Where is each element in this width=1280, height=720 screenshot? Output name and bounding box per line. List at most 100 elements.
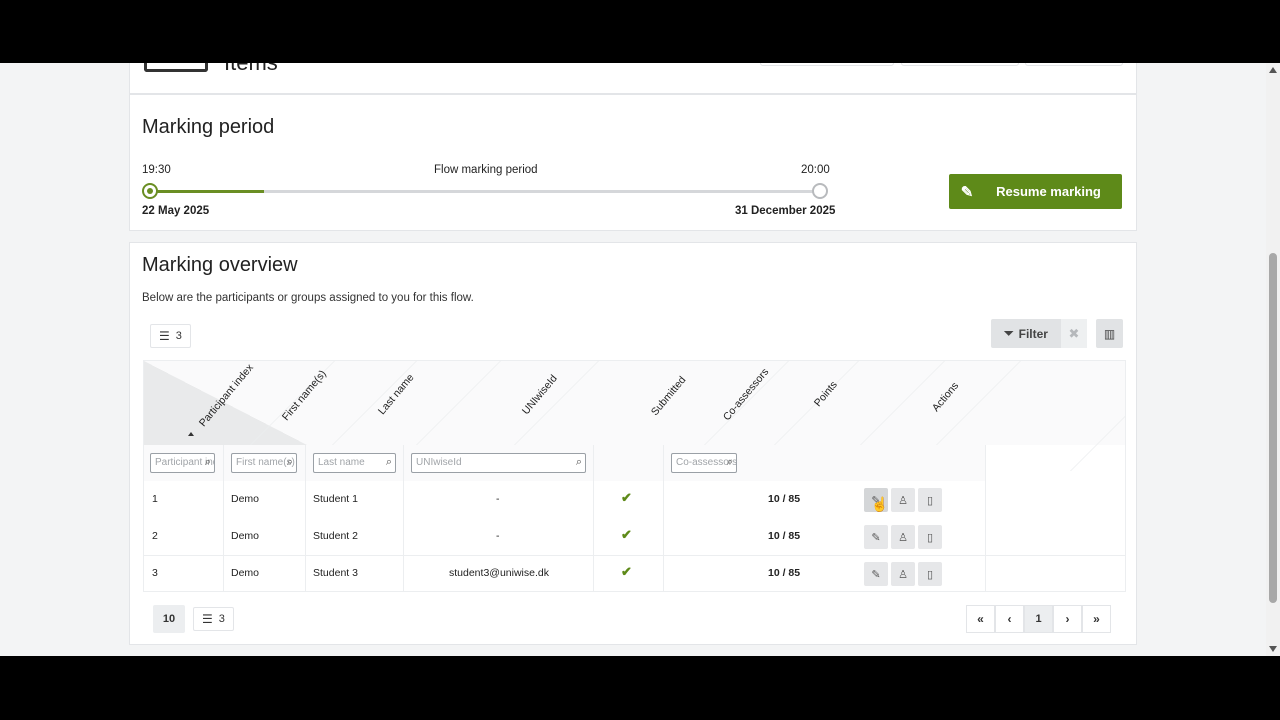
assessor-button[interactable]: ♙ (891, 562, 915, 586)
search-icon: ⌕ (575, 456, 582, 468)
table-row[interactable]: 2 Demo Student 2 - ✔ 10 / 85 ✎ ♙ ▯ (144, 518, 1125, 555)
pencil-icon: ✎ (960, 183, 974, 201)
scroll-up-arrow-icon[interactable] (1269, 67, 1277, 73)
top-action-button-3[interactable] (1025, 63, 1123, 66)
participants-table: Participant index First name(s) Last nam… (143, 360, 1126, 592)
mark-button[interactable]: ✎ (864, 525, 888, 549)
column-header-actions: Actions (929, 379, 962, 414)
resume-marking-label: Resume marking (996, 184, 1101, 199)
end-time: 20:00 (801, 164, 830, 176)
list-icon: ☰ (202, 612, 213, 626)
cell-first-name: Demo (231, 567, 260, 579)
column-header-points[interactable]: Points (812, 379, 840, 409)
list-icon: ☰ (159, 329, 170, 343)
edit-icon: ✎ (871, 531, 881, 544)
double-chevron-left-icon: « (977, 612, 984, 626)
column-toggle-button[interactable]: ▥ (1096, 319, 1123, 348)
column-header-uniwiseid[interactable]: UNIwiseId (520, 373, 560, 417)
items-card: Items (129, 63, 1137, 94)
submitted-check-icon: ✔ (621, 527, 632, 542)
scroll-down-arrow-icon[interactable] (1269, 646, 1277, 652)
marking-overview-heading: Marking overview (142, 254, 298, 276)
header-divider (1070, 361, 1125, 471)
filter-first-name-input[interactable]: First name(s) ⌕ (231, 453, 297, 473)
current-page-button[interactable]: 1 (1024, 605, 1053, 633)
submitted-check-icon: ✔ (621, 490, 632, 505)
assessor-button[interactable]: ♙ (891, 525, 915, 549)
first-page-button[interactable]: « (966, 605, 995, 633)
top-action-button-1[interactable] (760, 63, 894, 66)
row-count-chip[interactable]: ☰ 3 (150, 324, 191, 348)
cell-points: 10 / 85 (768, 530, 801, 542)
start-time: 19:30 (142, 164, 171, 176)
mark-button[interactable]: ✎ (864, 562, 888, 586)
page-size-selector[interactable]: 10 (153, 605, 185, 633)
timeline-track (150, 190, 820, 193)
column-header-submitted[interactable]: Submitted (649, 374, 689, 418)
table-header: Participant index First name(s) Last nam… (144, 361, 1125, 471)
table-row[interactable]: 3 Demo Student 3 student3@uniwise.dk ✔ 1… (144, 555, 1125, 591)
search-icon: ⌕ (385, 456, 392, 468)
clear-filter-button[interactable]: ✖ (1061, 319, 1087, 348)
clipboard-button[interactable]: ▯ (918, 488, 942, 512)
cell-participant-index: 3 (152, 567, 158, 579)
marking-overview-card: Marking overview Below are the participa… (129, 242, 1137, 645)
cell-uniwiseid: - (496, 530, 500, 542)
chevron-right-icon: › (1065, 612, 1070, 626)
marking-overview-subtitle: Below are the participants or groups ass… (142, 292, 474, 304)
cell-points: 10 / 85 (768, 567, 801, 579)
chevron-left-icon: ‹ (1007, 612, 1012, 626)
search-icon: ⌕ (204, 456, 211, 468)
timeline-progress (150, 190, 264, 193)
items-title: Items (224, 63, 278, 76)
cell-last-name: Student 1 (313, 493, 358, 505)
total-count-chip: ☰ 3 (193, 607, 234, 631)
filter-uniwiseid-input[interactable]: UNIwiseId ⌕ (411, 453, 586, 473)
user-icon: ♙ (898, 494, 908, 507)
search-icon: ⌕ (726, 456, 733, 468)
cell-points: 10 / 85 (768, 493, 801, 505)
assessor-button[interactable]: ♙ (891, 488, 915, 512)
clipboard-button[interactable]: ▯ (918, 562, 942, 586)
timeline-start-node (142, 183, 158, 199)
marking-period-heading: Marking period (142, 116, 275, 138)
cell-last-name: Student 3 (313, 567, 358, 579)
items-icon (144, 63, 208, 72)
timeline-center-label: Flow marking period (434, 164, 538, 176)
cell-participant-index: 2 (152, 530, 158, 542)
columns-icon: ▥ (1103, 326, 1116, 341)
double-chevron-right-icon: » (1093, 612, 1100, 626)
clipboard-button[interactable]: ▯ (918, 525, 942, 549)
cell-last-name: Student 2 (313, 530, 358, 542)
filter-participant-index-input[interactable]: Participant index⌕ (150, 453, 215, 473)
marking-period-card: Marking period 19:30 Flow marking period… (129, 94, 1137, 231)
end-date: 31 December 2025 (735, 205, 836, 217)
scrollbar-thumb[interactable] (1269, 253, 1277, 603)
column-header-co-assessors[interactable]: Co-assessors (721, 366, 771, 423)
user-icon: ♙ (898, 531, 908, 544)
clipboard-icon: ▯ (926, 494, 934, 507)
clipboard-icon: ▯ (926, 568, 934, 581)
vertical-scrollbar[interactable] (1266, 63, 1280, 656)
last-page-button[interactable]: » (1082, 605, 1111, 633)
filter-co-assessors-input[interactable]: Co-assessors ⌕ (671, 453, 737, 473)
submitted-check-icon: ✔ (621, 564, 632, 579)
table-row[interactable]: 1 Demo Student 1 - ✔ 10 / 85 ✎ ♙ ▯ (144, 481, 1125, 518)
search-icon: ⌕ (286, 456, 293, 468)
filter-last-name-input[interactable]: Last name ⌕ (313, 453, 396, 473)
mouse-pointer-icon: ☝ (871, 496, 889, 512)
filter-button[interactable]: ⏷ Filter (991, 319, 1061, 348)
cell-uniwiseid: - (496, 493, 500, 505)
next-page-button[interactable]: › (1053, 605, 1082, 633)
sort-ascending-icon (188, 432, 194, 436)
cell-first-name: Demo (231, 493, 260, 505)
row-count-value: 3 (175, 330, 182, 342)
page-viewport: Items Marking period 19:30 Flow marking … (0, 63, 1280, 656)
previous-page-button[interactable]: ‹ (995, 605, 1024, 633)
top-action-button-2[interactable] (901, 63, 1019, 66)
filter-label: Filter (1018, 326, 1048, 341)
column-filters-row: Participant index⌕ First name(s)⌕ Last n… (144, 445, 986, 481)
cell-uniwiseid: student3@uniwise.dk (449, 567, 549, 579)
user-icon: ♙ (898, 568, 908, 581)
resume-marking-button[interactable]: ✎ Resume marking (949, 174, 1122, 209)
